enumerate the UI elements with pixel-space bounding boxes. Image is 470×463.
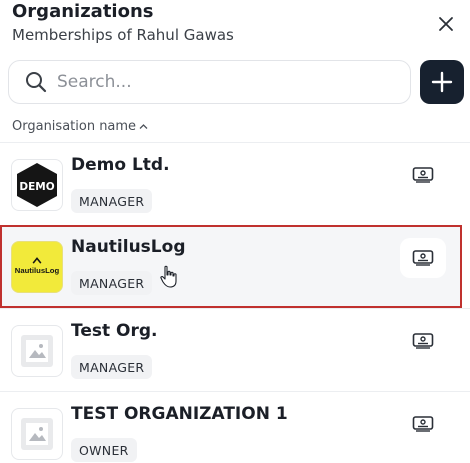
organization-name: Test Org. xyxy=(71,321,158,341)
demo-logo: DEMO xyxy=(11,159,63,211)
search-input[interactable] xyxy=(57,72,387,92)
list-item-selected[interactable]: NautilusLog NautilusLog MANAGER xyxy=(0,225,462,308)
column-header-organisation-name[interactable]: Organisation name xyxy=(12,119,148,134)
list-item[interactable]: TEST ORGANIZATION 1 OWNER xyxy=(0,391,470,463)
page-title: Organizations xyxy=(12,1,154,22)
image-placeholder-icon xyxy=(11,325,63,377)
role-badge: MANAGER xyxy=(71,355,153,379)
logo-text: DEMO xyxy=(19,181,54,193)
organization-name: Demo Ltd. xyxy=(71,155,170,175)
switch-organization-button[interactable] xyxy=(400,155,446,195)
page-subtitle: Memberships of Rahul Gawas xyxy=(12,26,234,44)
list-item[interactable]: DEMO Demo Ltd. MANAGER xyxy=(0,142,470,225)
switch-account-icon xyxy=(412,167,434,183)
dialog-header: Organizations Memberships of Rahul Gawas xyxy=(0,0,470,50)
organization-name: TEST ORGANIZATION 1 xyxy=(71,404,288,424)
close-icon xyxy=(439,17,453,31)
switch-organization-button[interactable] xyxy=(400,321,446,361)
chevron-up-icon xyxy=(139,124,148,129)
add-organization-button[interactable] xyxy=(420,60,464,104)
search-icon xyxy=(23,69,49,95)
switch-organization-button[interactable] xyxy=(400,404,446,444)
switch-organization-button[interactable] xyxy=(400,238,446,278)
role-badge: MANAGER xyxy=(71,189,153,213)
role-badge: OWNER xyxy=(71,438,137,462)
role-badge: MANAGER xyxy=(71,271,153,295)
organization-name: NautilusLog xyxy=(71,237,186,257)
logo-text: NautilusLog xyxy=(15,266,60,275)
list-item[interactable]: Test Org. MANAGER xyxy=(0,308,470,391)
column-header-label: Organisation name xyxy=(12,119,137,134)
plus-icon xyxy=(431,71,453,93)
close-button[interactable] xyxy=(432,10,460,38)
switch-account-icon xyxy=(412,250,434,266)
switch-account-icon xyxy=(412,333,434,349)
image-placeholder-icon xyxy=(11,408,63,460)
toolbar xyxy=(0,50,470,114)
switch-account-icon xyxy=(412,416,434,432)
search-box[interactable] xyxy=(8,60,411,104)
nautiluslog-logo: NautilusLog xyxy=(11,241,63,293)
